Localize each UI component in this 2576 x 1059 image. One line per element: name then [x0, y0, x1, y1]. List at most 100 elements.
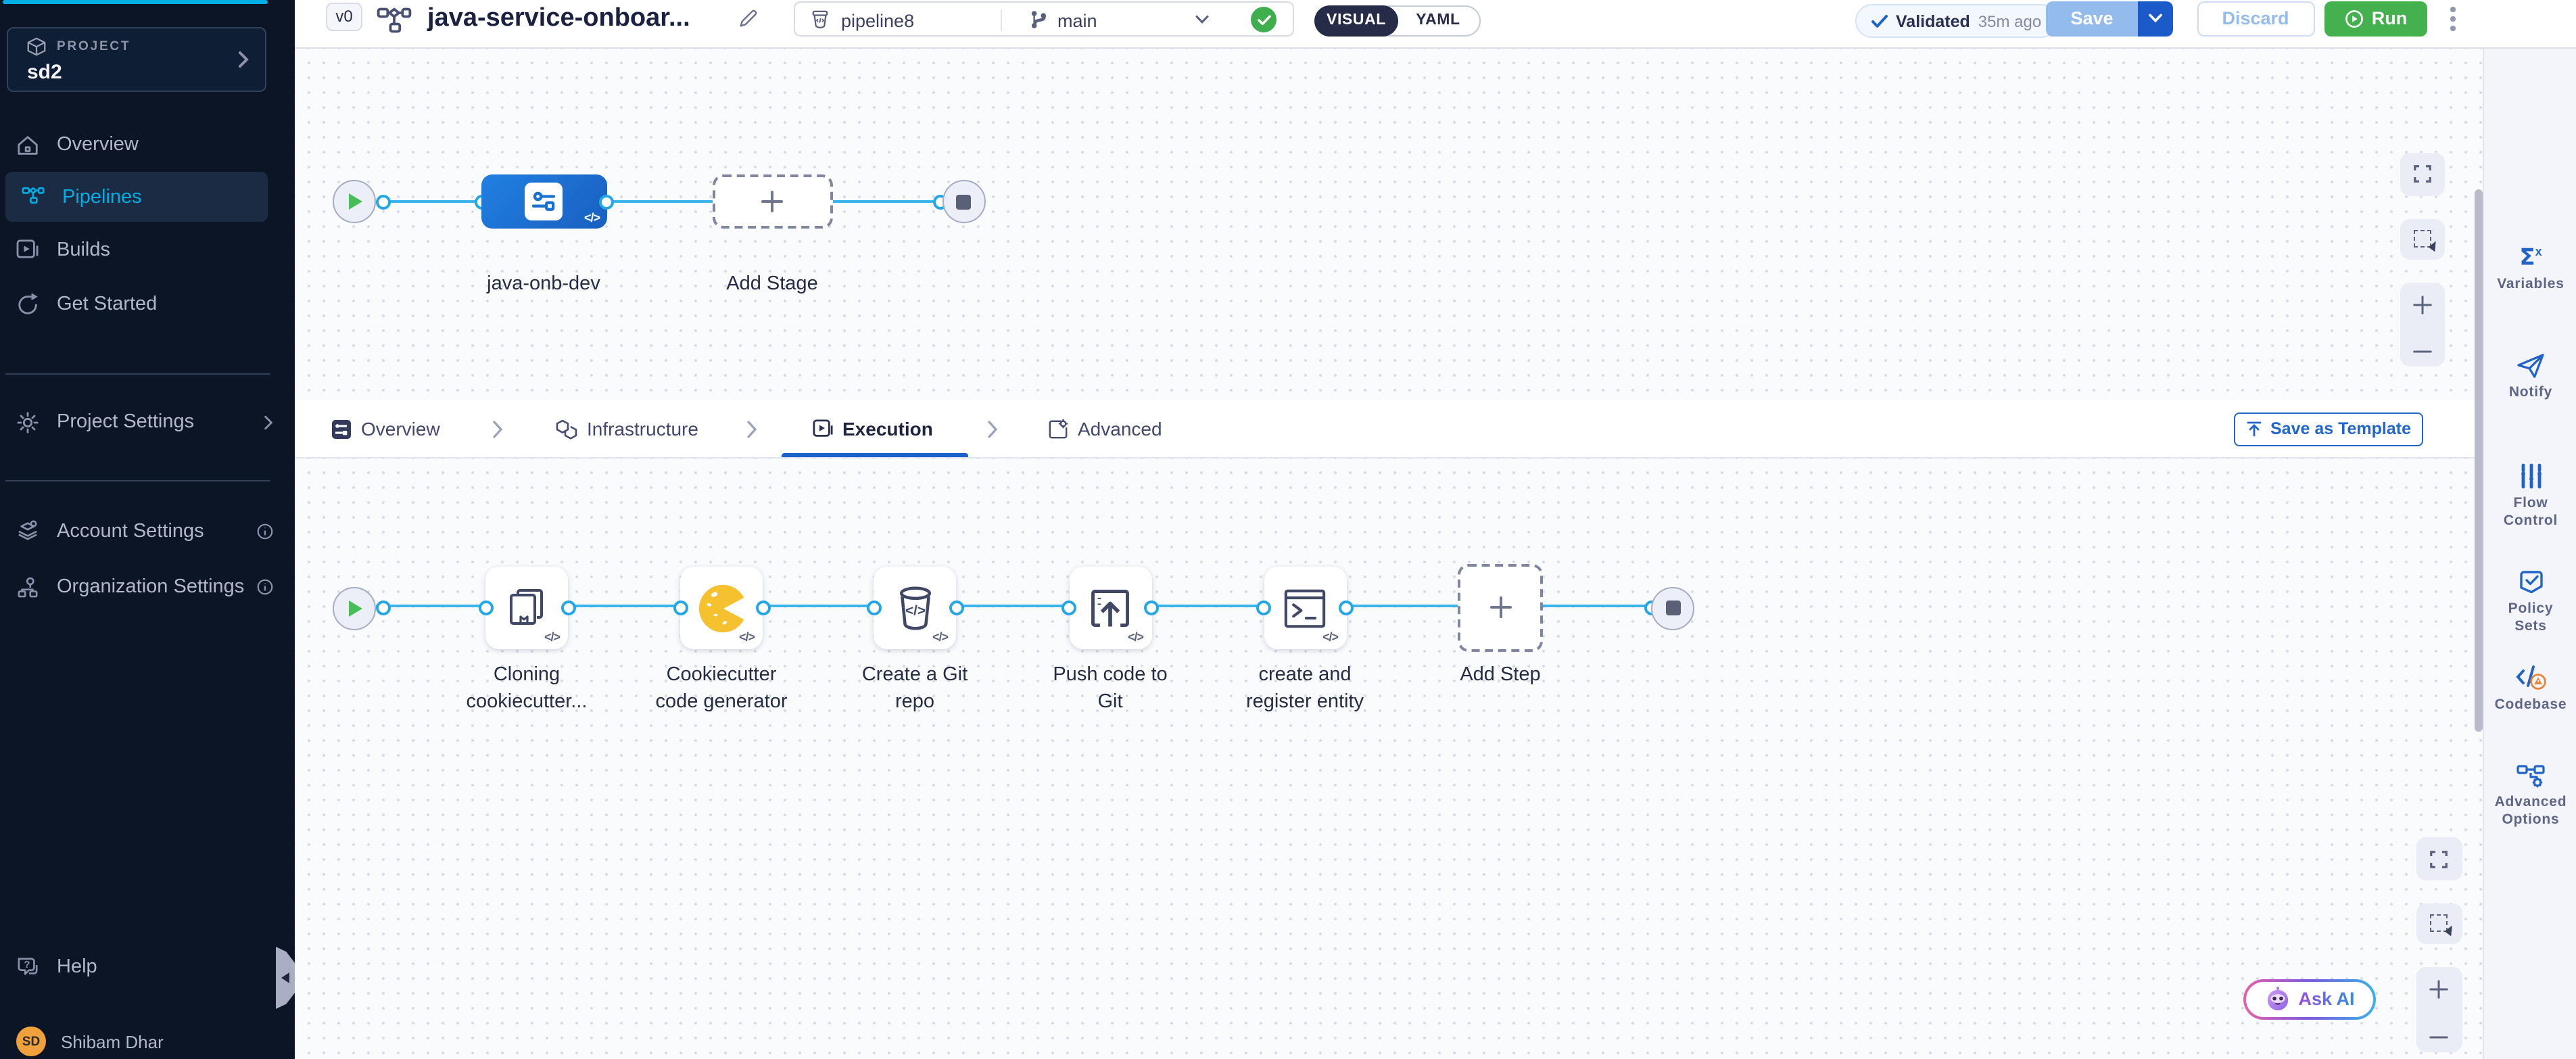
rail-label: Control [2504, 512, 2558, 529]
user-menu[interactable]: SD Shibam Dhar [0, 1021, 295, 1059]
step-create-git-repo[interactable]: </> </> [874, 567, 956, 649]
run-button[interactable]: Run [2324, 1, 2427, 36]
sidebar-item-label: Help [57, 956, 97, 978]
step-label[interactable]: create andregister entity [1197, 661, 1413, 716]
sidebar-item-overview[interactable]: Overview [0, 124, 295, 165]
sidebar-item-help[interactable]: ? Help [0, 947, 295, 987]
tab-execution[interactable]: Execution [813, 400, 933, 458]
app-window: PROJECT sd2 Overview Pipelines Builds [0, 0, 2576, 1059]
info-icon[interactable] [257, 523, 273, 539]
sidebar-item-label: Get Started [57, 293, 157, 315]
user-name: Shibam Dhar [61, 1031, 164, 1052]
rail-item-advanced-options[interactable]: Advanced Options [2484, 761, 2576, 828]
add-step-label[interactable]: Add Step [1392, 661, 1608, 688]
save-as-template-button[interactable]: Save as Template [2234, 412, 2423, 446]
push-code-icon [1087, 585, 1133, 631]
add-stage-button[interactable] [712, 174, 833, 229]
toggle-yaml[interactable]: YAML [1397, 6, 1479, 34]
entity-bucket-icon [810, 9, 830, 30]
add-step-button[interactable] [1458, 564, 1543, 651]
link-port [1339, 601, 1354, 615]
project-name: sd2 [27, 60, 62, 83]
rail-item-flow-control[interactable]: Flow Control [2484, 463, 2576, 529]
tab-overview[interactable]: Overview [331, 400, 440, 458]
policy-shield-check-icon [2517, 568, 2544, 595]
execution-graph-canvas[interactable]: </> </> </> </> </> </> [295, 458, 2483, 1059]
sidebar-item-account-settings[interactable]: Account Settings [0, 511, 295, 551]
info-icon[interactable] [257, 579, 273, 595]
step-push-code-to-git[interactable]: </> [1069, 567, 1151, 649]
stage-name-label[interactable]: java-onb-dev [435, 270, 652, 298]
rail-label: Flow [2513, 495, 2548, 512]
rail-item-policy-sets[interactable]: Policy Sets [2484, 568, 2576, 634]
more-options-kebab[interactable] [2445, 7, 2461, 30]
layers-gear-icon [16, 519, 39, 542]
step-label[interactable]: Push code toGit [1002, 661, 1218, 716]
canvas-expand-button[interactable] [2416, 837, 2462, 880]
discard-button[interactable]: Discard [2197, 1, 2314, 36]
ask-ai-button[interactable]: Ask AI [2243, 979, 2376, 1020]
sidebar-item-get-started[interactable]: Get Started [0, 284, 295, 325]
sidebar-item-builds[interactable]: Builds [0, 230, 295, 270]
save-button[interactable]: Save [2046, 1, 2138, 36]
rail-item-variables[interactable]: Σx Variables [2484, 243, 2576, 293]
link-port [866, 601, 881, 615]
stage-flow-line [376, 199, 941, 203]
validated-badge[interactable]: Validated 35m ago [1855, 4, 2057, 38]
zoom-out-button[interactable] [2429, 1034, 2449, 1039]
canvas-fit-button[interactable] [2400, 218, 2444, 259]
zoom-in-button[interactable] [2429, 979, 2449, 999]
step-cookiecutter-code-generator[interactable]: </> [680, 567, 763, 649]
gear-icon [16, 410, 39, 433]
visual-yaml-toggle[interactable]: VISUAL YAML [1314, 5, 1481, 36]
left-sidebar: PROJECT sd2 Overview Pipelines Builds [0, 0, 295, 1059]
builds-icon [16, 239, 39, 262]
step-cloning-cookiecutter[interactable]: </> [485, 567, 568, 649]
stage-graph-canvas[interactable]: </> java-onb-dev Add Stage [295, 49, 2483, 400]
expand-icon [2412, 164, 2432, 185]
active-tab-underline [782, 452, 968, 456]
sidebar-item-project-settings[interactable]: Project Settings [0, 402, 295, 442]
variables-icon: Σx [2519, 243, 2542, 270]
add-stage-label[interactable]: Add Stage [664, 270, 880, 298]
tab-advanced[interactable]: Advanced [1048, 400, 1162, 458]
step-label[interactable]: Cookiecuttercode generator [613, 661, 830, 716]
canvas-expand-button[interactable] [2400, 153, 2444, 195]
vertical-scrollbar[interactable] [2475, 189, 2483, 732]
sidebar-item-label: Builds [57, 239, 110, 261]
advanced-options-icon [2516, 761, 2546, 789]
edit-pencil-icon[interactable] [738, 8, 759, 28]
validated-time: 35m ago [1978, 11, 2041, 30]
play-circle-icon [2345, 9, 2364, 28]
canvas-fit-button[interactable] [2416, 903, 2462, 943]
step-label[interactable]: Cloningcookiecutter... [419, 661, 635, 716]
pipeline-entity-selector[interactable]: pipeline8 main [794, 1, 1294, 36]
stage-tab-strip: Overview Infrastructure Execution [295, 400, 2483, 458]
code-badge: </> [932, 630, 948, 644]
link-port [560, 601, 575, 615]
stop-icon [956, 194, 971, 209]
zoom-in-button[interactable] [2412, 295, 2432, 315]
rail-item-notify[interactable]: Notify [2484, 352, 2576, 401]
rail-label: Codebase [2495, 697, 2567, 713]
save-dropdown-button[interactable] [2138, 1, 2173, 36]
step-create-register-entity[interactable]: </> [1264, 567, 1346, 649]
sidebar-item-pipelines[interactable]: Pipelines [5, 172, 268, 222]
sidebar-item-organization-settings[interactable]: Organization Settings [0, 567, 295, 607]
link-port [1256, 601, 1271, 615]
link-port [1062, 601, 1076, 615]
project-selector[interactable]: PROJECT sd2 [7, 26, 266, 91]
step-label[interactable]: Create a Gitrepo [807, 661, 1023, 716]
project-cube-icon [27, 36, 46, 56]
stage-node-java-onb-dev[interactable]: </> [481, 174, 606, 229]
tab-infrastructure[interactable]: Infrastructure [556, 400, 698, 458]
toggle-visual[interactable]: VISUAL [1314, 5, 1398, 36]
link-port [376, 601, 391, 615]
rail-item-codebase[interactable]: Codebase [2484, 664, 2576, 713]
zoom-out-button[interactable] [2412, 349, 2432, 354]
validated-label: Validated [1896, 11, 1970, 30]
pipeline-graph-icon [376, 5, 412, 35]
get-started-icon [16, 293, 39, 316]
rail-label: Policy [2508, 601, 2554, 617]
pipelines-icon [22, 185, 45, 208]
